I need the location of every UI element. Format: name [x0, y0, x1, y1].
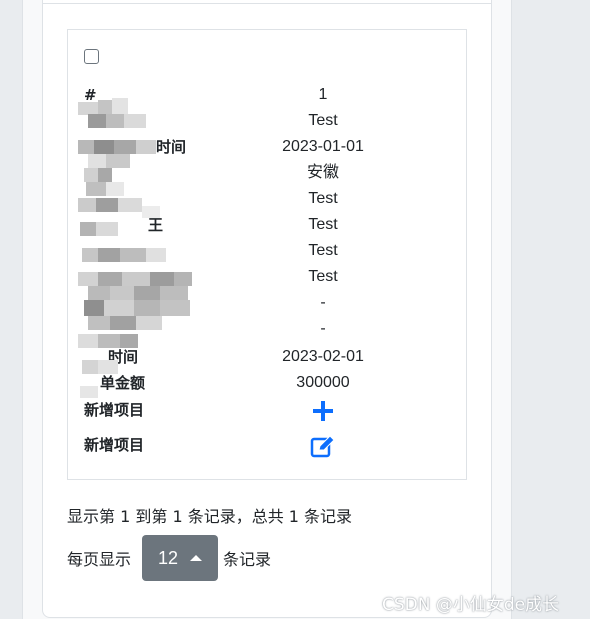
select-row-checkbox[interactable]	[84, 49, 99, 64]
mosaic-icon	[78, 98, 192, 398]
add-project-row: 新增项目	[68, 397, 468, 423]
row-value: -	[320, 294, 326, 311]
page-size-value: 12	[157, 547, 179, 568]
row-label: 新增项目	[84, 401, 145, 419]
detail-view: # 1 Test 时间 2023-01-01 安徽 Test 王 Test Te…	[67, 29, 467, 480]
per-page-suffix: 条记录	[223, 550, 272, 569]
watermark: CSDN @小仙女de成长	[382, 595, 560, 615]
row-value: 安徽	[306, 164, 339, 181]
plus-icon	[313, 400, 333, 421]
row-value: Test	[308, 216, 338, 233]
card-header-divider	[42, 3, 492, 4]
edit-project-button[interactable]	[223, 432, 423, 458]
per-page-prefix: 每页显示	[67, 550, 132, 569]
row-value: Test	[308, 242, 338, 259]
row-value: Test	[308, 268, 338, 285]
row-label: 新增项目	[84, 436, 145, 454]
row-value: 2023-01-01	[282, 138, 364, 155]
row-value: -	[320, 320, 326, 337]
edit-icon	[310, 434, 335, 457]
row-value: 300000	[296, 374, 350, 391]
caret-up-icon	[190, 555, 203, 561]
row-value: 1	[318, 86, 328, 103]
row-value: Test	[308, 190, 338, 207]
edit-project-row: 新增项目	[68, 432, 468, 458]
row-value: 2023-02-01	[282, 348, 364, 365]
page-size-dropdown[interactable]: 12	[142, 535, 218, 581]
row-value: Test	[308, 112, 338, 129]
pagination-summary: 显示第 1 到第 1 条记录，总共 1 条记录	[67, 507, 353, 526]
add-project-button[interactable]	[223, 397, 423, 423]
redaction-mosaic	[78, 98, 208, 398]
